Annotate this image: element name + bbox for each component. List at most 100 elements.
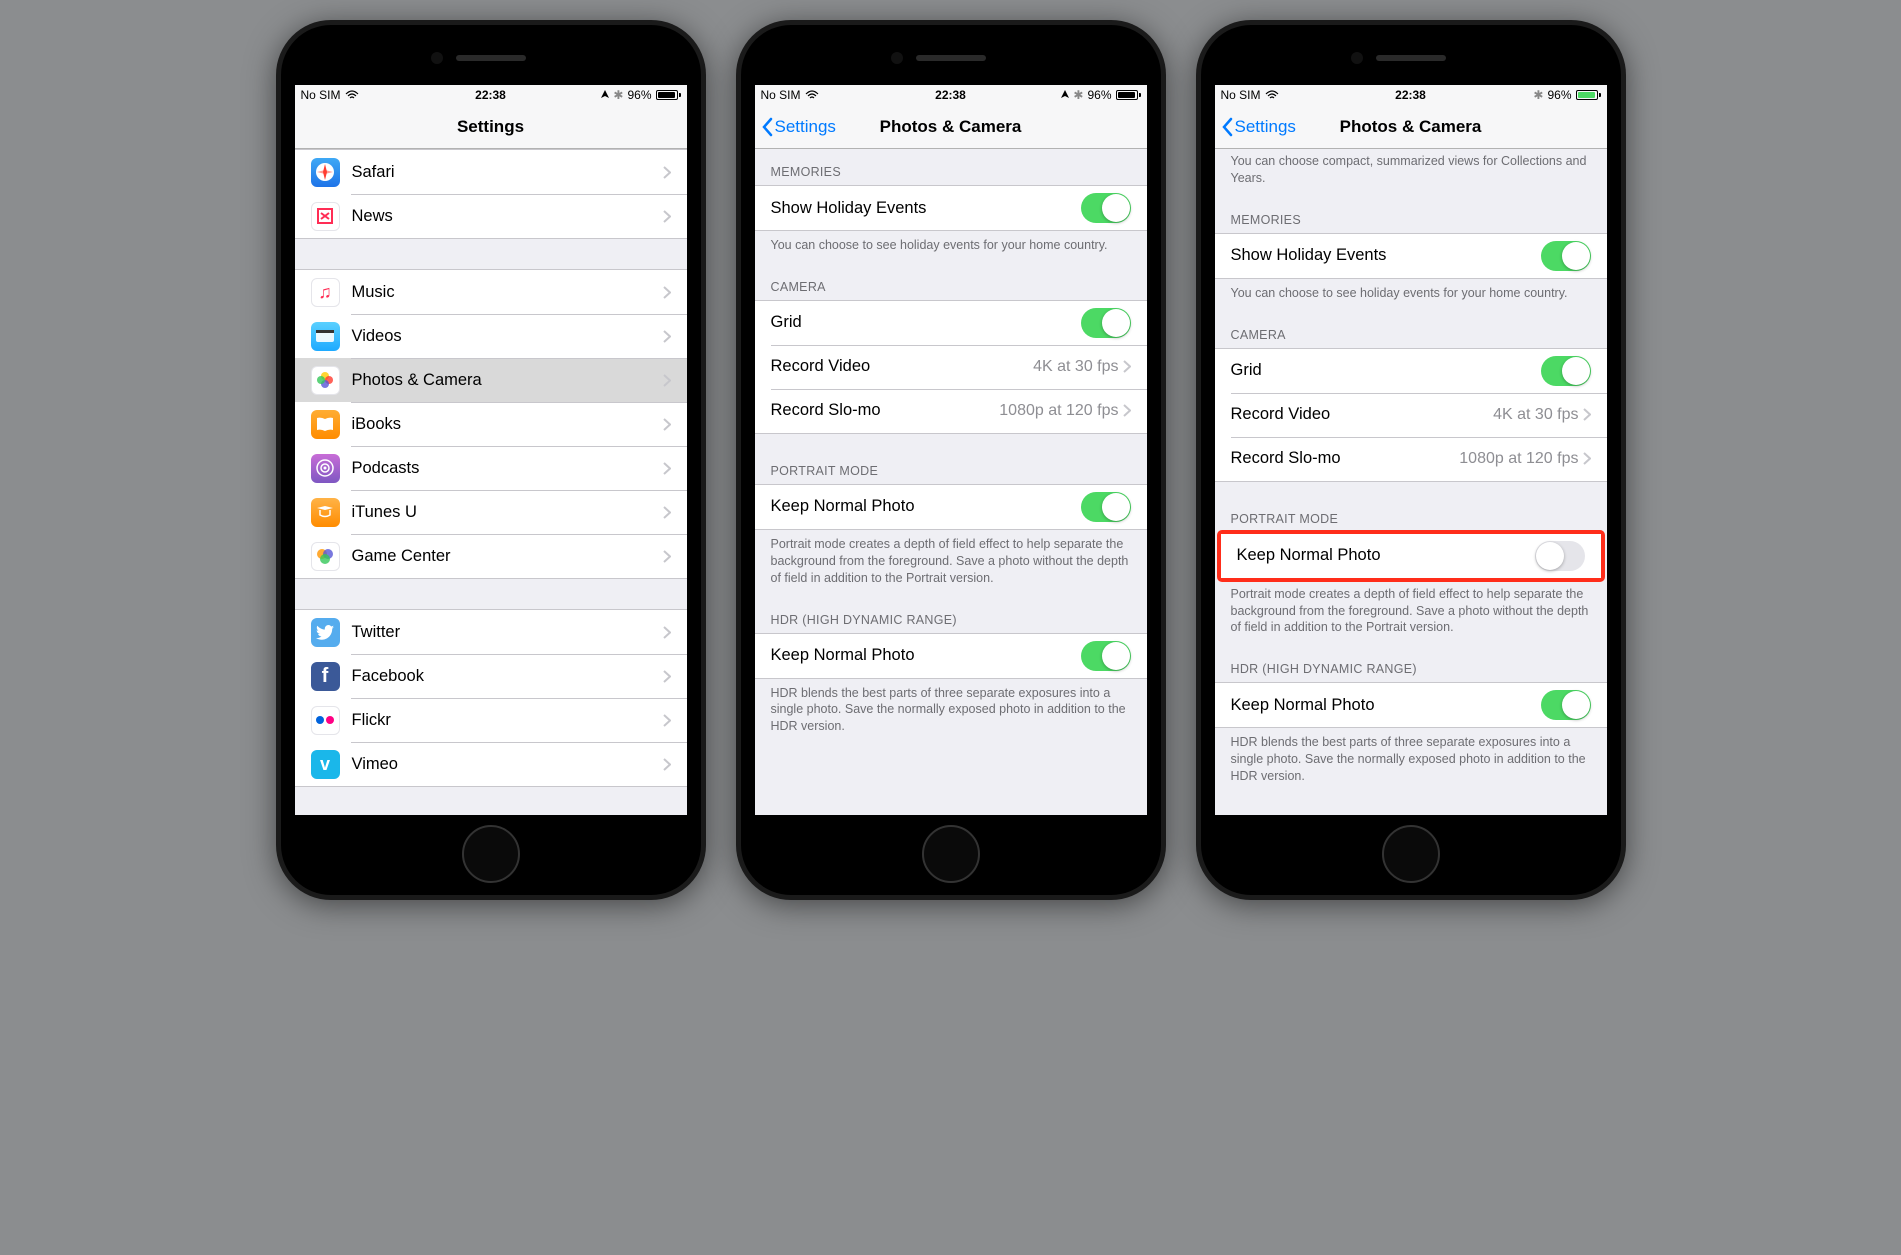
row-facebook[interactable]: f Facebook (295, 654, 687, 698)
row-show-holiday-events[interactable]: Show Holiday Events (1215, 234, 1607, 278)
row-label: Record Video (771, 357, 1034, 376)
section-header-portrait: PORTRAIT MODE (1215, 482, 1607, 532)
row-record-video[interactable]: Record Video 4K at 30 fps (1215, 393, 1607, 437)
row-news[interactable]: News (295, 194, 687, 238)
row-safari[interactable]: Safari (295, 150, 687, 194)
home-button[interactable] (922, 825, 980, 883)
battery-icon (1576, 90, 1601, 100)
annotation-highlight: Keep Normal Photo (1217, 530, 1605, 582)
facebook-icon: f (311, 662, 340, 691)
row-hdr-keep-normal[interactable]: Keep Normal Photo (755, 634, 1147, 678)
row-photos-camera[interactable]: Photos & Camera (295, 358, 687, 402)
row-twitter[interactable]: Twitter (295, 610, 687, 654)
row-value: 4K at 30 fps (1033, 358, 1118, 376)
chevron-right-icon (1123, 360, 1131, 373)
chevron-right-icon (663, 550, 671, 563)
clock: 22:38 (1395, 88, 1426, 102)
row-videos[interactable]: Videos (295, 314, 687, 358)
settings-list[interactable]: Safari News (295, 149, 687, 815)
chevron-right-icon (663, 626, 671, 639)
row-hdr-keep-normal[interactable]: Keep Normal Photo (1215, 683, 1607, 727)
home-button[interactable] (1382, 825, 1440, 883)
ibooks-icon (311, 410, 340, 439)
row-label: Twitter (352, 623, 663, 642)
row-podcasts[interactable]: Podcasts (295, 446, 687, 490)
section-footer: Portrait mode creates a depth of field e… (755, 530, 1147, 597)
row-music[interactable]: ♫ Music (295, 270, 687, 314)
section-footer: You can choose to see holiday events for… (755, 231, 1147, 264)
row-label: Keep Normal Photo (771, 497, 1081, 516)
battery-pct: 96% (1547, 88, 1571, 102)
row-label: Facebook (352, 667, 663, 686)
carrier-label: No SIM (301, 88, 341, 102)
toggle-grid[interactable] (1541, 356, 1591, 386)
chevron-right-icon (663, 330, 671, 343)
toggle-grid[interactable] (1081, 308, 1131, 338)
safari-icon (311, 158, 340, 187)
section-footer: Portrait mode creates a depth of field e… (1215, 580, 1607, 647)
row-portrait-keep-normal[interactable]: Keep Normal Photo (1221, 534, 1601, 578)
nav-bar: Settings Photos & Camera (755, 105, 1147, 149)
row-label: Show Holiday Events (1231, 246, 1541, 265)
clock: 22:38 (935, 88, 966, 102)
nav-bar: Settings (295, 105, 687, 149)
toggle-hdr-keep-normal[interactable] (1541, 690, 1591, 720)
section-footer: HDR blends the best parts of three separ… (1215, 728, 1607, 795)
row-label: iBooks (352, 415, 663, 434)
iphone-frame: No SIM 22:38 ✱ 96% Settings (276, 20, 706, 900)
page-title: Settings (457, 117, 524, 137)
row-record-video[interactable]: Record Video 4K at 30 fps (755, 345, 1147, 389)
battery-icon (656, 90, 681, 100)
row-label: Podcasts (352, 459, 663, 478)
toggle-hdr-keep-normal[interactable] (1081, 641, 1131, 671)
status-bar: No SIM 22:38 ✱ 96% (1215, 85, 1607, 105)
row-label: Music (352, 283, 663, 302)
row-label: Keep Normal Photo (1237, 546, 1535, 565)
back-button[interactable]: Settings (1221, 117, 1296, 137)
row-grid[interactable]: Grid (755, 301, 1147, 345)
row-label: Record Slo-mo (1231, 449, 1460, 468)
toggle-holiday-events[interactable] (1081, 193, 1131, 223)
toggle-portrait-keep-normal[interactable] (1081, 492, 1131, 522)
row-vimeo[interactable]: v Vimeo (295, 742, 687, 786)
wifi-icon (805, 90, 819, 100)
section-footer: You can choose to see holiday events for… (1215, 279, 1607, 312)
row-portrait-keep-normal[interactable]: Keep Normal Photo (755, 485, 1147, 529)
music-icon: ♫ (311, 278, 340, 307)
home-button[interactable] (462, 825, 520, 883)
photos-camera-settings[interactable]: You can choose compact, summarized views… (1215, 149, 1607, 815)
chevron-right-icon (663, 166, 671, 179)
section-header-portrait: PORTRAIT MODE (755, 434, 1147, 484)
wifi-icon (345, 90, 359, 100)
photos-camera-settings[interactable]: MEMORIES Show Holiday Events You can cho… (755, 149, 1147, 815)
section-header-camera: CAMERA (755, 264, 1147, 300)
row-ibooks[interactable]: iBooks (295, 402, 687, 446)
vimeo-icon: v (311, 750, 340, 779)
row-game-center[interactable]: Game Center (295, 534, 687, 578)
chevron-right-icon (663, 506, 671, 519)
row-flickr[interactable]: Flickr (295, 698, 687, 742)
row-label: News (352, 207, 663, 226)
page-title: Photos & Camera (1340, 117, 1482, 137)
location-icon (601, 90, 609, 100)
row-grid[interactable]: Grid (1215, 349, 1607, 393)
photos-icon (311, 366, 340, 395)
location-icon (1061, 90, 1069, 100)
back-button[interactable]: Settings (761, 117, 836, 137)
row-record-slomo[interactable]: Record Slo-mo 1080p at 120 fps (1215, 437, 1607, 481)
row-show-holiday-events[interactable]: Show Holiday Events (755, 186, 1147, 230)
iphone-frame: No SIM 22:38 ✱ 96% Settings (736, 20, 1166, 900)
toggle-holiday-events[interactable] (1541, 241, 1591, 271)
toggle-portrait-keep-normal[interactable] (1535, 541, 1585, 571)
row-label: Vimeo (352, 755, 663, 774)
flickr-icon (311, 706, 340, 735)
carrier-label: No SIM (1221, 88, 1261, 102)
row-label: Grid (771, 313, 1081, 332)
row-label: Record Video (1231, 405, 1494, 424)
row-label: Safari (352, 163, 663, 182)
bluetooth-icon: ✱ (1073, 88, 1083, 102)
row-itunesu[interactable]: iTunes U (295, 490, 687, 534)
back-label: Settings (775, 117, 836, 137)
status-bar: No SIM 22:38 ✱ 96% (755, 85, 1147, 105)
row-record-slomo[interactable]: Record Slo-mo 1080p at 120 fps (755, 389, 1147, 433)
